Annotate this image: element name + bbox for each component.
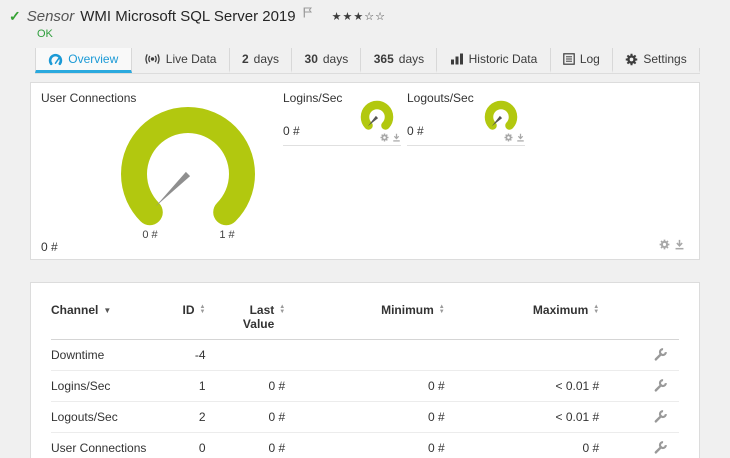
channel-name: User Connections [51,441,147,455]
channel-last-value: 0 # [268,379,286,393]
user-connections-value: 0 # [41,240,58,254]
tab-365-days[interactable]: 365 days [361,48,438,73]
download-icon[interactable] [392,133,401,142]
channel-id: -4 [194,348,206,362]
channel-last-value: 0 # [268,410,286,424]
logouts-sec-value: 0 # [407,124,424,138]
log-icon [563,53,575,65]
stars-filled: ★★★ [331,11,365,23]
tab-label: days [253,52,280,66]
status-check-icon: ✓ [9,8,21,24]
channel-maximum: < 0.01 # [555,379,600,393]
gauges-card: User Connections 0 # 1 # 0 # Logins/Sec … [30,82,700,260]
table-row: Logouts/Sec 2 0 # 0 # < 0.01 # [51,402,679,433]
flag-icon[interactable] [303,7,312,21]
tab-number: 365 [373,52,394,66]
sensor-header: ✓ Sensor WMI Microsoft SQL Server 2019 ★… [0,0,730,40]
priority-stars[interactable]: ★★★☆☆ [332,10,386,23]
logouts-sec-panel: Logouts/Sec 0 # [407,91,525,146]
column-header-id[interactable]: ID ▲ ▼ [183,303,206,317]
tab-label: Log [579,52,600,66]
tab-label: days [398,52,425,66]
user-connections-gauge [121,107,255,226]
channel-id: 2 [198,410,206,424]
channel-id: 0 [198,441,206,455]
column-header-channel[interactable]: Channel ▼ [51,303,176,317]
channel-minimum: 0 # [428,410,445,424]
tab-bar: Overview Live Data 2 days 30 days 365 da… [35,48,700,74]
table-row: Logins/Sec 1 0 # 0 # < 0.01 # [51,371,679,402]
column-header-maximum[interactable]: Maximum ▲ ▼ [533,303,599,317]
column-label: Last Value [242,303,275,331]
channel-name: Logouts/Sec [51,410,118,424]
download-icon[interactable] [674,239,685,250]
status-badge: OK [37,28,53,40]
tab-log[interactable]: Log [551,48,614,73]
sort-icon: ▲ ▼ [593,304,600,315]
channel-name: Logins/Sec [51,379,111,393]
tab-30-days[interactable]: 30 days [292,48,362,73]
tab-label: days [322,52,349,66]
channel-minimum: 0 # [428,379,445,393]
column-label: Maximum [532,303,589,317]
column-label: Channel [51,303,99,317]
gauge-scale-min: 0 # [142,229,158,241]
channel-maximum: < 0.01 # [555,410,600,424]
tab-label: Historic Data [468,52,538,66]
stars-empty: ☆☆ [364,11,386,23]
column-header-minimum[interactable]: Minimum ▲ ▼ [381,303,445,317]
channel-settings-icon[interactable] [653,410,667,424]
channel-minimum: 0 # [428,441,445,455]
logins-sec-panel: Logins/Sec 0 # [283,91,401,146]
gear-icon[interactable] [380,133,389,142]
tab-label: Overview [68,52,119,66]
table-row: User Connections 0 0 # 0 # 0 # [51,433,679,458]
channel-id: 1 [198,379,206,393]
gear-icon[interactable] [659,239,670,250]
channel-name: Downtime [51,348,105,362]
tab-settings[interactable]: Settings [613,48,700,73]
download-icon[interactable] [516,133,525,142]
column-header-last-value[interactable]: Last Value ▲ ▼ [230,303,285,331]
gauge-scale-max: 1 # [219,229,235,241]
broadcast-icon [145,54,160,64]
channel-settings-icon[interactable] [653,441,667,455]
tab-number: 2 [241,52,249,66]
table-row: Downtime -4 [51,340,679,371]
object-kind-label: Sensor [26,8,75,25]
gear-icon [626,53,638,65]
channel-last-value: 0 # [268,441,286,455]
tab-label: Live Data [165,52,217,66]
logouts-sec-gauge [484,100,518,130]
channel-settings-icon[interactable] [653,379,667,393]
logins-sec-gauge [360,100,394,130]
logins-sec-value: 0 # [283,124,300,138]
channels-table-card: Channel ▼ ID ▲ ▼ Last Value ▲ ▼ Minimum ▲ ▼ [30,282,700,458]
column-label: ID [182,303,195,317]
column-label: Minimum [381,303,434,317]
tab-number: 30 [304,52,318,66]
channel-maximum: 0 # [582,441,600,455]
tab-live-data[interactable]: Live Data [132,48,230,73]
gear-icon[interactable] [504,133,513,142]
page-title: WMI Microsoft SQL Server 2019 [80,8,296,25]
tab-2-days[interactable]: 2 days [230,48,293,73]
tab-overview[interactable]: Overview [35,48,132,73]
channel-settings-icon[interactable] [653,348,667,362]
sort-active-icon: ▼ [103,306,112,315]
table-header-row: Channel ▼ ID ▲ ▼ Last Value ▲ ▼ Minimum ▲ ▼ [51,289,679,340]
tab-label: Settings [643,52,687,66]
chart-icon [450,53,463,65]
gauge-icon [49,53,63,65]
prtg-sensor-page: ✓ Sensor WMI Microsoft SQL Server 2019 ★… [0,0,730,458]
tab-historic-data[interactable]: Historic Data [437,48,551,73]
